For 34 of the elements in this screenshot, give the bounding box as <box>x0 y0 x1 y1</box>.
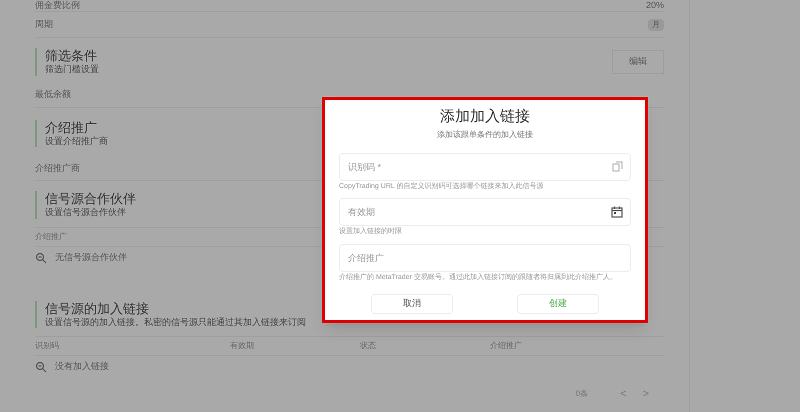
section-title: 介绍推广 <box>45 120 98 136</box>
column-header: 介绍推广 <box>35 230 67 242</box>
section-subtitle: 设置信号源合作伙伴 <box>45 207 127 218</box>
section-subtitle: 设置信号源的加入链接。私密的信号源只能通过其加入链接来订阅 <box>45 316 306 328</box>
dialog-subtitle: 添加该跟单条件的加入链接 <box>437 128 533 140</box>
empty-message: 没有加入链接 <box>55 360 109 374</box>
section-title: 信号源的加入链接 <box>45 300 150 317</box>
section-subtitle: 筛选门槛设置 <box>45 64 99 76</box>
setting-label: 介绍推广商 <box>35 162 80 175</box>
column-header: 状态 <box>360 340 377 352</box>
setting-label: 佣金费比例 <box>35 0 80 12</box>
input-field[interactable]: 有效期 <box>339 198 631 226</box>
setting-label: 最低余额 <box>35 88 71 102</box>
input-field[interactable]: 介绍推广 <box>339 244 631 272</box>
column-header: 有效期 <box>230 340 255 352</box>
setting-label: 周期 <box>35 18 53 31</box>
dialog-title: 添加加入链接 <box>440 107 530 127</box>
section-title: 筛选条件 <box>45 48 98 64</box>
calendar-icon[interactable] <box>611 206 623 218</box>
empty-message: 无信号源合作伙伴 <box>55 250 127 264</box>
search-icon <box>35 361 47 373</box>
column-header: 识别码 <box>35 340 60 352</box>
cancel-button[interactable]: 取消 <box>371 294 453 314</box>
previous-page-button[interactable]: < <box>620 386 627 402</box>
next-page-button[interactable]: > <box>642 386 649 402</box>
edit-button[interactable]: 编辑 <box>612 50 664 74</box>
search-icon <box>35 252 47 264</box>
input-field[interactable]: 识别码 * <box>339 152 631 180</box>
section-title: 信号源合作伙伴 <box>45 191 136 208</box>
section-subtitle: 设置介绍推广商 <box>45 136 108 147</box>
setting-value: 20% <box>646 0 664 12</box>
column-header: 介绍推广 <box>490 340 523 352</box>
create-button[interactable]: 创建 <box>517 294 599 314</box>
period-badge: 月 <box>648 18 664 30</box>
